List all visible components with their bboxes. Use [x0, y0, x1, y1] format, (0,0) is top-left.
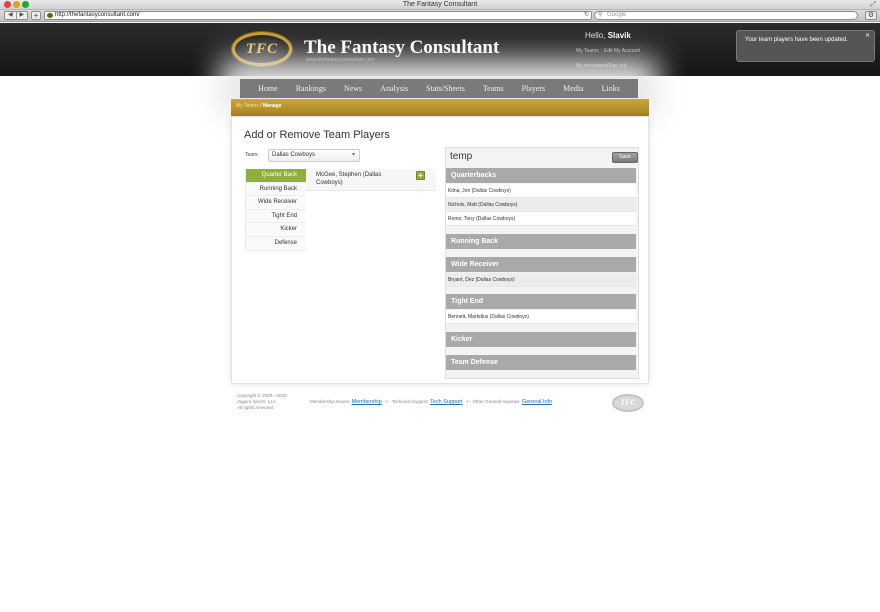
section-tight-end: Tight End	[446, 294, 636, 309]
sign-out-link[interactable]: Sign out	[608, 63, 626, 69]
footer-copyright: Copyright © 2009—2010 Zagura Sports, LLC…	[237, 393, 287, 411]
notification-toast: Your team players have been updated. ✕	[736, 30, 875, 62]
main-nav: Home Rankings News Analysis Stats/Sheets…	[240, 79, 638, 98]
link-separator: |	[600, 48, 603, 54]
general-info-link[interactable]: General Info	[522, 399, 552, 405]
team-select-value: Dallas Cowboys	[272, 152, 316, 158]
greeting-text: Hello,	[585, 31, 606, 40]
account-links: My Teams | Edit My Account	[576, 48, 640, 54]
content-panel: Add or Remove Team Players Team: Dallas …	[231, 116, 649, 384]
section-running-back: Running Back	[446, 234, 636, 249]
breadcrumb-separator: /	[260, 103, 262, 109]
back-icon[interactable]: ◀	[5, 12, 17, 19]
roster-panel: temp Save Quarterbacks Kitna, Jon (Dalla…	[445, 147, 639, 379]
chevron-down-icon: ▾	[351, 152, 355, 158]
gear-icon[interactable]: ⚙	[865, 11, 877, 20]
general-prefix: Other General Inquiries:	[472, 399, 521, 404]
add-bookmark-button[interactable]: +	[31, 11, 41, 20]
account-links-2: My messages|Sign out	[576, 63, 627, 69]
browser-toolbar: ◀ ▶ + http://thefantasyconsultant.com/ ↻…	[0, 10, 880, 22]
position-running-back[interactable]: Running Back	[245, 182, 306, 197]
notification-message: Your team players have been updated.	[745, 37, 848, 43]
address-url: http://thefantasyconsultant.com/	[55, 12, 140, 18]
nav-stats-sheets[interactable]: Stats/Sheets	[417, 79, 474, 98]
available-player-name: McGee, Stephen (Dallas Cowboys)	[316, 172, 382, 186]
username: Slavik	[607, 31, 631, 40]
nav-links[interactable]: Links	[593, 79, 629, 98]
nav-media[interactable]: Media	[554, 79, 592, 98]
section-wide-receiver: Wide Receiver	[446, 257, 636, 272]
my-teams-link[interactable]: My Teams	[576, 48, 599, 54]
breadcrumb-my-teams[interactable]: My Teams	[236, 103, 259, 109]
page-title: Add or Remove Team Players	[244, 129, 390, 141]
roster-player-row[interactable]: Bennett, Martellus (Dallas Cowboys)	[446, 310, 636, 324]
search-icon: ⚲	[598, 12, 603, 18]
site-title[interactable]: The Fantasy Consultant	[304, 37, 499, 59]
membership-prefix: Membership Issues:	[310, 399, 351, 404]
site-logo[interactable]: TFC	[232, 32, 292, 66]
section-quarterbacks: Quarterbacks	[446, 168, 636, 183]
favicon-icon	[47, 13, 53, 18]
breadcrumb: My Teams / Manage	[231, 99, 649, 116]
nav-home[interactable]: Home	[249, 79, 287, 98]
team-label: Team:	[245, 152, 259, 158]
window-title: The Fantasy Consultant	[402, 1, 478, 8]
nav-players[interactable]: Players	[513, 79, 555, 98]
window-titlebar: The Fantasy Consultant ⤢	[0, 0, 880, 10]
footer-bullet: •	[466, 399, 469, 404]
position-quarter-back[interactable]: Quarter Back	[245, 169, 312, 183]
forward-icon[interactable]: ▶	[17, 12, 28, 19]
roster-player-row[interactable]: Bryant, Dez (Dallas Cowboys)	[446, 273, 636, 287]
search-placeholder: Google	[607, 12, 627, 18]
my-messages-link[interactable]: My messages	[576, 63, 607, 69]
position-defense[interactable]: Defense	[245, 236, 306, 251]
site-url: www.thefantasyconsultant.com	[306, 57, 375, 63]
membership-link[interactable]: Membership	[352, 399, 382, 405]
footer-bullet: •	[386, 399, 388, 404]
position-kicker[interactable]: Kicker	[245, 223, 306, 237]
team-select[interactable]: Dallas Cowboys ▾	[268, 149, 360, 162]
footer-logo: TFC	[612, 394, 644, 412]
back-forward-buttons: ◀ ▶	[4, 11, 28, 20]
search-field[interactable]: ⚲ Google	[594, 11, 858, 20]
roster-name: temp	[450, 151, 473, 162]
footer-links: Membership Issues: Membership • Technica…	[310, 399, 552, 405]
section-team-defense: Team Defense	[446, 355, 636, 370]
tech-support-link[interactable]: Tech Support	[430, 399, 462, 405]
available-player-row: McGee, Stephen (Dallas Cowboys) +	[306, 169, 436, 191]
breadcrumb-current: Manage	[262, 103, 282, 109]
rights-line: All rights reserved.	[237, 405, 275, 410]
nav-analysis[interactable]: Analysis	[371, 79, 417, 98]
section-kicker: Kicker	[446, 332, 636, 347]
address-bar[interactable]: http://thefantasyconsultant.com/ ↻	[44, 11, 592, 20]
roster-player-row[interactable]: Romo, Tony (Dallas Cowboys)	[446, 212, 636, 226]
position-tight-end[interactable]: Tight End	[245, 209, 306, 224]
reload-icon[interactable]: ↻	[584, 12, 589, 19]
roster-player-row[interactable]: Nichols, Matt (Dallas Cowboys)	[446, 198, 636, 212]
user-greeting: Hello, Slavik	[585, 31, 631, 40]
position-wide-receiver[interactable]: Wide Receiver	[245, 196, 306, 210]
support-prefix: Technical Support:	[391, 399, 429, 404]
footer-logo-text: TFC	[620, 398, 636, 407]
nav-rankings[interactable]: Rankings	[287, 79, 335, 98]
logo-text: TFC	[245, 41, 279, 57]
add-player-button[interactable]: +	[416, 171, 425, 180]
save-button[interactable]: Save	[612, 152, 638, 163]
nav-news[interactable]: News	[335, 79, 371, 98]
roster-player-row[interactable]: Kitna, Jon (Dallas Cowboys)	[446, 184, 636, 198]
position-list: Quarter Back Running Back Wide Receiver …	[245, 169, 312, 251]
edit-account-link[interactable]: Edit My Account	[604, 48, 640, 54]
nav-teams[interactable]: Teams	[474, 79, 513, 98]
fullscreen-icon[interactable]: ⤢	[870, 1, 876, 9]
close-icon[interactable]: ✕	[865, 32, 870, 39]
